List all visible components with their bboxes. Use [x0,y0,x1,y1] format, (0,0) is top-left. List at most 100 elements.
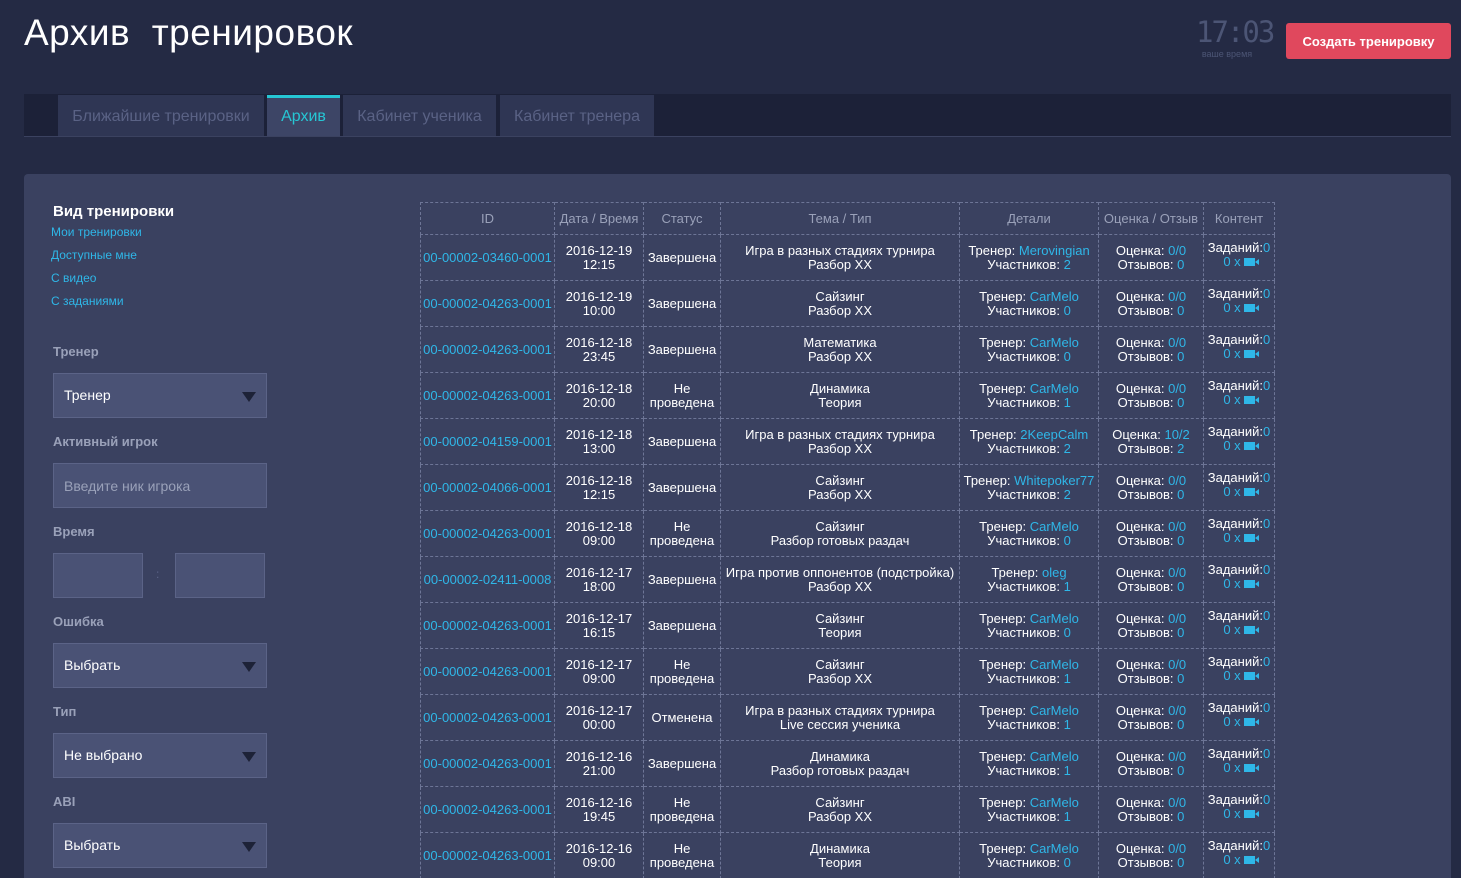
participants-count[interactable]: 1 [1064,671,1071,686]
table-row[interactable]: 00-00002-04159-0001 2016-12-18 13:00 Заверш… [420,418,1275,465]
participants-count[interactable]: 2 [1064,257,1071,272]
tasks-count[interactable]: 0 [1263,516,1270,531]
column-header-datetime[interactable]: Дата / Время [554,202,644,235]
trainer-select[interactable]: Тренер [53,373,267,418]
trainer-link[interactable]: CarMelo [1030,657,1079,672]
trainer-link[interactable]: CarMelo [1030,335,1079,350]
reviews-count[interactable]: 0 [1177,717,1184,732]
training-id-link[interactable]: 00-00002-04066-0001 [420,464,555,511]
column-header-status[interactable]: Статус [643,202,721,235]
reviews-count[interactable]: 0 [1177,303,1184,318]
trainer-link[interactable]: CarMelo [1030,703,1079,718]
rating-value[interactable]: 0/0 [1168,749,1186,764]
video-count[interactable]: 0 x [1206,531,1272,545]
tasks-count[interactable]: 0 [1263,654,1270,669]
rating-value[interactable]: 0/0 [1168,795,1186,810]
rating-value[interactable]: 0/0 [1168,473,1186,488]
rating-value[interactable]: 0/0 [1168,703,1186,718]
participants-count[interactable]: 1 [1064,809,1071,824]
participants-count[interactable]: 1 [1064,763,1071,778]
trainer-link[interactable]: oleg [1042,565,1067,580]
training-id-link[interactable]: 00-00002-04263-0001 [420,510,555,557]
tab-student-cabinet[interactable]: Кабинет ученика [343,95,496,136]
video-count[interactable]: 0 x [1206,301,1272,315]
video-count[interactable]: 0 x [1206,623,1272,637]
trainer-link[interactable]: CarMelo [1030,289,1079,304]
reviews-count[interactable]: 2 [1177,441,1184,456]
training-id-link[interactable]: 00-00002-02411-0008 [420,556,555,603]
table-row[interactable]: 00-00002-02411-0008 2016-12-17 18:00 Заверш… [420,556,1275,603]
rating-value[interactable]: 0/0 [1168,289,1186,304]
error-select[interactable]: Выбрать [53,643,267,688]
column-header-topic[interactable]: Тема / Тип [720,202,960,235]
table-row[interactable]: 00-00002-03460-0001 2016-12-19 12:15 Заверш… [420,234,1275,281]
view-link-available[interactable]: Доступные мне [51,248,137,262]
column-header-id[interactable]: ID [420,202,555,235]
participants-count[interactable]: 2 [1064,441,1071,456]
abi-select[interactable]: Выбрать [53,823,267,868]
reviews-count[interactable]: 0 [1177,671,1184,686]
create-training-button[interactable]: Создать тренировку [1286,23,1451,59]
trainer-link[interactable]: CarMelo [1030,795,1079,810]
training-id-link[interactable]: 00-00002-04263-0001 [420,832,555,878]
trainer-link[interactable]: 2KeepCalm [1020,427,1088,442]
tasks-count[interactable]: 0 [1263,838,1270,853]
trainer-link[interactable]: CarMelo [1030,749,1079,764]
video-count[interactable]: 0 x [1206,669,1272,683]
view-link-my-trainings[interactable]: Мои тренировки [51,225,142,239]
tasks-count[interactable]: 0 [1263,286,1270,301]
video-count[interactable]: 0 x [1206,255,1272,269]
trainer-link[interactable]: Merovingian [1019,243,1090,258]
training-id-link[interactable]: 00-00002-03460-0001 [420,234,555,281]
trainer-link[interactable]: CarMelo [1030,611,1079,626]
video-count[interactable]: 0 x [1206,485,1272,499]
reviews-count[interactable]: 0 [1177,257,1184,272]
training-id-link[interactable]: 00-00002-04263-0001 [420,326,555,373]
trainer-link[interactable]: CarMelo [1030,841,1079,856]
table-row[interactable]: 00-00002-04263-0001 2016-12-16 09:00 Не пров… [420,832,1275,878]
participants-count[interactable]: 1 [1064,717,1071,732]
reviews-count[interactable]: 0 [1177,625,1184,640]
table-row[interactable]: 00-00002-04263-0001 2016-12-17 16:15 Заверш… [420,602,1275,649]
rating-value[interactable]: 0/0 [1168,611,1186,626]
training-id-link[interactable]: 00-00002-04263-0001 [420,740,555,787]
tasks-count[interactable]: 0 [1263,608,1270,623]
view-link-with-tasks[interactable]: С заданиями [51,294,124,308]
tasks-count[interactable]: 0 [1263,792,1270,807]
tasks-count[interactable]: 0 [1263,562,1270,577]
video-count[interactable]: 0 x [1206,807,1272,821]
table-row[interactable]: 00-00002-04263-0001 2016-12-18 09:00 Не пров… [420,510,1275,557]
tasks-count[interactable]: 0 [1263,332,1270,347]
table-row[interactable]: 00-00002-04263-0001 2016-12-17 09:00 Не пров… [420,648,1275,695]
tab-upcoming[interactable]: Ближайшие тренировки [58,95,264,136]
video-count[interactable]: 0 x [1206,393,1272,407]
training-id-link[interactable]: 00-00002-04263-0001 [420,602,555,649]
participants-count[interactable]: 1 [1064,395,1071,410]
tab-archive[interactable]: Архив [267,95,340,136]
reviews-count[interactable]: 0 [1177,533,1184,548]
table-row[interactable]: 00-00002-04263-0001 2016-12-18 23:45 Заверш… [420,326,1275,373]
rating-value[interactable]: 0/0 [1168,335,1186,350]
table-row[interactable]: 00-00002-04263-0001 2016-12-19 10:00 Заверш… [420,280,1275,327]
rating-value[interactable]: 0/0 [1168,657,1186,672]
rating-value[interactable]: 0/0 [1168,565,1186,580]
participants-count[interactable]: 0 [1064,349,1071,364]
view-link-with-video[interactable]: С видео [51,271,96,285]
tasks-count[interactable]: 0 [1263,424,1270,439]
tab-trainer-cabinet[interactable]: Кабинет тренера [500,95,654,136]
column-header-details[interactable]: Детали [959,202,1099,235]
tasks-count[interactable]: 0 [1263,700,1270,715]
table-row[interactable]: 00-00002-04263-0001 2016-12-17 00:00 Отмене… [420,694,1275,741]
rating-value[interactable]: 0/0 [1168,381,1186,396]
tasks-count[interactable]: 0 [1263,240,1270,255]
trainer-link[interactable]: CarMelo [1030,381,1079,396]
type-select[interactable]: Не выбрано [53,733,267,778]
rating-value[interactable]: 10/2 [1164,427,1189,442]
column-header-rating[interactable]: Оценка / Отзыв [1098,202,1204,235]
reviews-count[interactable]: 0 [1177,809,1184,824]
video-count[interactable]: 0 x [1206,761,1272,775]
rating-value[interactable]: 0/0 [1168,841,1186,856]
rating-value[interactable]: 0/0 [1168,243,1186,258]
reviews-count[interactable]: 0 [1177,487,1184,502]
participants-count[interactable]: 0 [1064,303,1071,318]
